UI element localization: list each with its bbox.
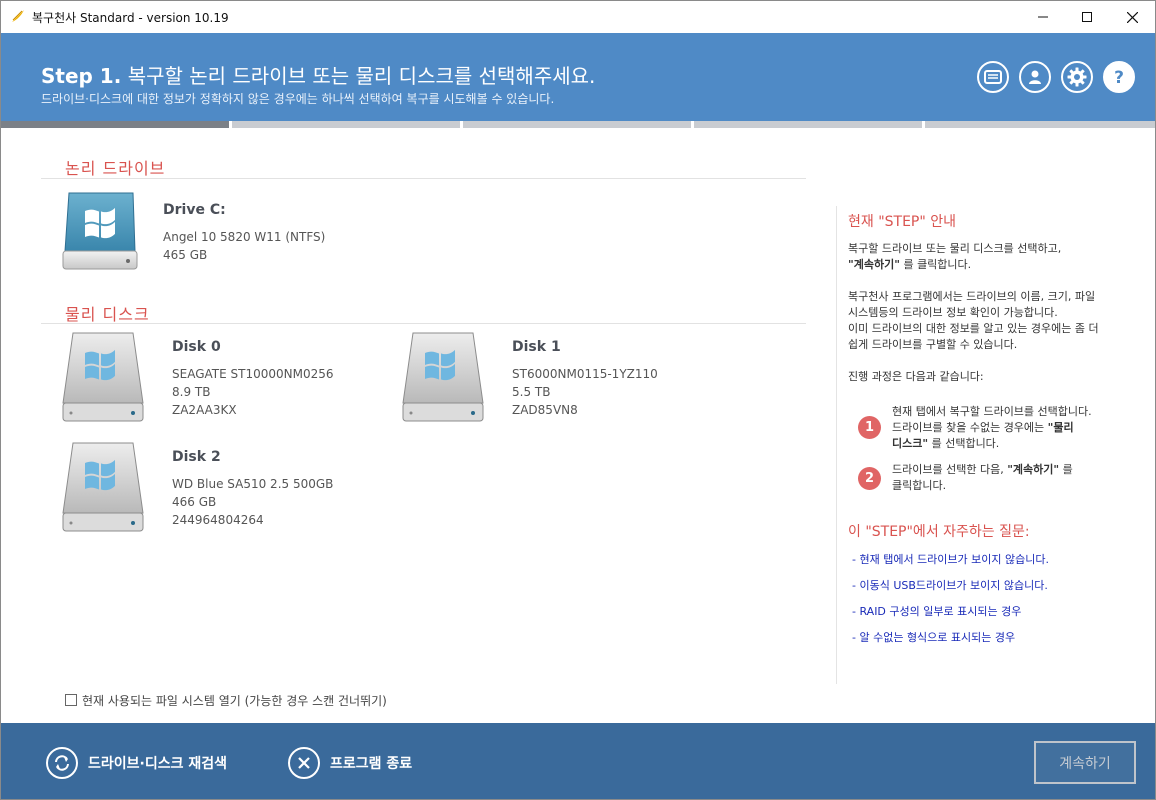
guide-step-text: 디스크" 를 선택합니다. bbox=[892, 436, 999, 452]
step-title-text: 복구할 논리 드라이브 또는 물리 디스크를 선택해주세요. bbox=[127, 64, 596, 88]
guide-text: 복구천사 프로그램에서는 드라이브의 이름, 크기, 파일 bbox=[848, 290, 1096, 303]
hard-disk-icon bbox=[62, 442, 144, 532]
section-divider bbox=[41, 323, 806, 324]
refresh-icon bbox=[46, 747, 78, 779]
progress-separator bbox=[922, 121, 925, 128]
app-window: 복구천사 Standard - version 10.19 Step 1. 복구… bbox=[0, 0, 1156, 800]
monitor-button[interactable] bbox=[977, 61, 1009, 93]
disk-name: Disk 1 bbox=[512, 339, 561, 355]
guide-panel-divider bbox=[836, 206, 837, 684]
disk-model: ST6000NM0115-1YZ110 bbox=[512, 367, 658, 381]
page-title: Step 1. 복구할 논리 드라이브 또는 물리 디스크를 선택해주세요. bbox=[41, 60, 595, 89]
exit-label: 프로그램 종료 bbox=[330, 756, 413, 772]
faq-link[interactable]: - 알 수없는 형식으로 표시되는 경우 bbox=[852, 629, 1015, 645]
progress-separator bbox=[229, 121, 232, 128]
faq-title: 이 "STEP"에서 자주하는 질문: bbox=[848, 524, 1030, 540]
help-icon: ? bbox=[1114, 68, 1124, 87]
rescan-button[interactable]: 드라이브·디스크 재검색 bbox=[46, 747, 227, 779]
progress-separator bbox=[691, 121, 694, 128]
guide-step-bold: "물리 bbox=[1047, 421, 1074, 434]
guide-step-text: 현재 탭에서 복구할 드라이브를 선택합니다. bbox=[892, 405, 1092, 418]
guide-step-text: 드라이브를 선택한 다음, "계속하기" 를 bbox=[892, 462, 1073, 478]
guide-step-text-rest: 를 bbox=[1059, 463, 1073, 476]
guide-step-bold: "계속하기" bbox=[1007, 463, 1060, 476]
step-header: Step 1. 복구할 논리 드라이브 또는 물리 디스크를 선택해주세요. 드… bbox=[1, 33, 1155, 121]
guide-step-text-pre: 드라이브를 찾을 수없는 경우에는 bbox=[892, 421, 1048, 434]
disk-size: 5.5 TB bbox=[512, 385, 551, 399]
help-button[interactable]: ? bbox=[1103, 61, 1135, 93]
faq-link[interactable]: - 이동식 USB드라이브가 보이지 않습니다. bbox=[852, 577, 1048, 593]
guide-title: 현재 "STEP" 안내 bbox=[848, 214, 957, 230]
guide-text: 쉽게 드라이브를 구별할 수 있습니다. bbox=[848, 338, 1018, 351]
section-divider bbox=[41, 178, 806, 179]
title-bar: 복구천사 Standard - version 10.19 bbox=[1, 1, 1155, 33]
guide-text: 시스템등의 드라이브 정보 확인이 가능합니다. bbox=[848, 306, 1058, 319]
exit-button[interactable]: 프로그램 종료 bbox=[288, 747, 412, 779]
faq-link[interactable]: - 현재 탭에서 드라이브가 보이지 않습니다. bbox=[852, 551, 1049, 567]
step-number-badge: 2 bbox=[858, 467, 881, 490]
minimize-icon bbox=[1038, 16, 1048, 18]
rescan-label: 드라이브·디스크 재검색 bbox=[88, 756, 227, 772]
guide-step-text: 클릭합니다. bbox=[892, 479, 947, 492]
open-filesystem-label[interactable]: 현재 사용되는 파일 시스템 열기 (가능한 경우 스캔 건너뛰기) bbox=[82, 692, 387, 709]
disk-model: WD Blue SA510 2.5 500GB bbox=[172, 477, 334, 491]
step-progress-fill bbox=[1, 121, 232, 128]
faq-link[interactable]: - RAID 구성의 일부로 표시되는 경우 bbox=[852, 603, 1021, 619]
maximize-button[interactable] bbox=[1064, 1, 1110, 33]
guide-bold: "계속하기" bbox=[848, 258, 900, 271]
maximize-icon bbox=[1082, 12, 1092, 22]
hard-disk-icon bbox=[402, 332, 484, 422]
disk-serial: ZAD85VN8 bbox=[512, 403, 578, 417]
step-label: Step 1. bbox=[41, 64, 122, 88]
hard-disk-icon bbox=[62, 332, 144, 422]
guide-step-text-rest: 를 선택합니다. bbox=[928, 437, 1000, 450]
open-filesystem-checkbox[interactable] bbox=[65, 694, 77, 706]
drive-label: Angel 10 5820 W11 (NTFS) bbox=[163, 230, 326, 244]
footer-bar: 드라이브·디스크 재검색 프로그램 종료 계속하기 bbox=[1, 723, 1155, 799]
logical-drives-title: 논리 드라이브 bbox=[65, 159, 166, 178]
physical-disks-title: 물리 디스크 bbox=[65, 305, 150, 324]
guide-step-bold: 디스크" bbox=[892, 437, 929, 450]
svg-text:?: ? bbox=[1114, 68, 1124, 87]
guide-text: 복구할 드라이브 또는 물리 디스크를 선택하고, bbox=[848, 242, 1062, 255]
drive-name: Drive C: bbox=[163, 202, 226, 218]
close-button[interactable] bbox=[1109, 1, 1155, 33]
app-logo-icon bbox=[12, 10, 24, 22]
disk-name: Disk 2 bbox=[172, 449, 221, 465]
gear-icon bbox=[1067, 67, 1087, 87]
guide-text: 진행 과정은 다음과 같습니다: bbox=[848, 370, 984, 383]
settings-button[interactable] bbox=[1061, 61, 1093, 93]
step-progress-bar bbox=[1, 121, 1155, 128]
guide-step-text: 드라이브를 찾을 수없는 경우에는 "물리 bbox=[892, 420, 1074, 436]
guide-text-rest: 를 클릭합니다. bbox=[899, 258, 972, 271]
step-subtitle: 드라이브·디스크에 대한 정보가 정확하지 않은 경우에는 하나씩 선택하여 복… bbox=[41, 92, 555, 106]
disk-serial: 244964804264 bbox=[172, 513, 264, 527]
guide-text: "계속하기" 를 클릭합니다. bbox=[848, 257, 971, 273]
monitor-icon bbox=[984, 70, 1002, 84]
drive-size: 465 GB bbox=[163, 248, 208, 262]
close-circle-icon bbox=[288, 747, 320, 779]
window-title: 복구천사 Standard - version 10.19 bbox=[32, 11, 229, 25]
account-button[interactable] bbox=[1019, 61, 1051, 93]
disk-serial: ZA2AA3KX bbox=[172, 403, 237, 417]
windows-drive-icon bbox=[62, 192, 138, 270]
continue-button[interactable]: 계속하기 bbox=[1034, 741, 1136, 784]
disk-model: SEAGATE ST10000NM0256 bbox=[172, 367, 334, 381]
user-icon bbox=[1029, 70, 1041, 84]
guide-text: 이미 드라이브의 대한 정보를 알고 있는 경우에는 좀 더 bbox=[848, 322, 1099, 335]
disk-size: 466 GB bbox=[172, 495, 217, 509]
step-number-badge: 1 bbox=[858, 416, 881, 439]
minimize-button[interactable] bbox=[1020, 1, 1066, 33]
progress-separator bbox=[460, 121, 463, 128]
close-icon bbox=[1126, 11, 1138, 23]
guide-step-text-pre: 드라이브를 선택한 다음, bbox=[892, 463, 1008, 476]
disk-size: 8.9 TB bbox=[172, 385, 211, 399]
disk-name: Disk 0 bbox=[172, 339, 221, 355]
